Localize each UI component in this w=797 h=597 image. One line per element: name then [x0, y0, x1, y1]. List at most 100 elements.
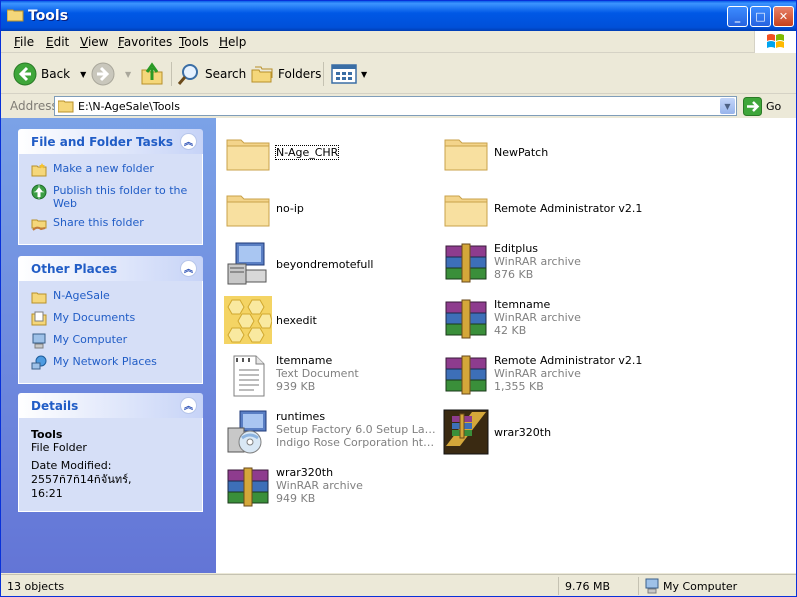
list-item[interactable]: Remote Administrator v2.1 WinRAR archive… — [438, 348, 648, 398]
folder-icon — [226, 139, 270, 171]
forward-button[interactable]: ▼ — [91, 60, 131, 88]
place-my-network-places[interactable]: My Network Places — [31, 355, 202, 371]
maximize-icon: □ — [755, 10, 766, 23]
list-item[interactable]: hexedit — [220, 292, 430, 344]
list-item[interactable]: Editplus WinRAR archive 876 KB — [438, 236, 648, 286]
menu-edit[interactable]: Edit — [46, 35, 69, 49]
address-input[interactable]: E:\N-AgeSale\Tools ▼ — [54, 96, 737, 116]
item-size: 42 KB — [494, 324, 527, 337]
maximize-button[interactable]: □ — [750, 6, 771, 27]
panel-header[interactable]: Other Places ︽ — [18, 256, 203, 281]
forward-arrow-icon — [91, 62, 115, 86]
winrar-archive-icon — [445, 299, 487, 339]
list-item[interactable]: N-Age_CHR — [220, 124, 430, 174]
go-button[interactable]: Go — [743, 97, 781, 116]
folders-label: Folders — [278, 67, 322, 81]
address-path: E:\N-AgeSale\Tools — [78, 99, 180, 113]
item-name: runtimes — [276, 410, 326, 423]
menu-tools[interactable]: Tools — [179, 35, 209, 49]
close-icon: ✕ — [778, 10, 789, 23]
item-type: Text Document — [276, 367, 359, 380]
winrar-archive-icon — [445, 355, 487, 395]
my-documents-icon — [31, 311, 47, 326]
title-bar[interactable]: Tools _ □ ✕ — [1, 1, 796, 31]
collapse-icon[interactable]: ︽ — [180, 133, 197, 150]
task-publish-folder-web[interactable]: Publish this folder to the Web — [31, 184, 202, 210]
menu-file[interactable]: File — [14, 35, 34, 49]
window-title: Tools — [28, 8, 69, 24]
item-name: hexedit — [276, 314, 317, 327]
item-type: Setup Factory 6.0 Setup Laun... — [276, 423, 436, 436]
collapse-icon[interactable]: ︽ — [180, 397, 197, 414]
up-folder-button[interactable] — [141, 60, 163, 88]
text-document-icon — [233, 355, 265, 397]
item-name: NewPatch — [494, 146, 549, 159]
list-item[interactable]: runtimes Setup Factory 6.0 Setup Laun...… — [220, 404, 436, 454]
item-name: Itemname — [494, 298, 551, 311]
status-object-count: 13 objects — [7, 580, 65, 593]
folders-icon — [251, 66, 273, 83]
task-share-folder[interactable]: Share this folder — [31, 216, 202, 232]
search-label: Search — [205, 67, 247, 81]
item-name: wrar320th — [494, 426, 552, 439]
panel-header[interactable]: Details ︽ — [18, 393, 203, 418]
item-type: WinRAR archive — [494, 255, 581, 268]
toolbar: Back ▼ ▼ Search Folders ▼ — [1, 54, 796, 94]
item-type: WinRAR archive — [276, 479, 363, 492]
close-button[interactable]: ✕ — [773, 6, 794, 27]
list-item[interactable]: Itemname Text Document 939 KB — [220, 348, 430, 398]
item-name: no-ip — [276, 202, 304, 215]
menu-favorites[interactable]: Favorites — [118, 35, 172, 49]
list-item[interactable]: no-ip — [220, 180, 430, 230]
hexedit-icon — [224, 296, 272, 344]
views-button[interactable]: ▼ — [331, 60, 367, 88]
list-item[interactable]: wrar320th WinRAR archive 949 KB — [220, 460, 430, 510]
list-item[interactable]: beyondremotefull — [220, 236, 430, 286]
place-n-agesale[interactable]: N-AgeSale — [31, 289, 202, 305]
item-name: Editplus — [494, 242, 539, 255]
menu-view[interactable]: View — [80, 35, 108, 49]
list-item[interactable]: Itemname WinRAR archive 42 KB — [438, 292, 648, 342]
forward-dropdown-icon[interactable]: ▼ — [125, 70, 131, 79]
menu-bar: File Edit View Favorites Tools Help — [1, 31, 796, 53]
list-item[interactable]: NewPatch — [438, 124, 648, 174]
task-label: Make a new folder — [53, 162, 154, 175]
list-item[interactable]: wrar320th — [438, 404, 648, 455]
views-dropdown-icon[interactable]: ▼ — [361, 70, 367, 79]
task-pane: File and Folder Tasks ︽ Make a new folde… — [1, 118, 216, 573]
windows-logo — [754, 31, 796, 53]
toolbar-separator — [323, 62, 324, 86]
status-location: My Computer — [663, 580, 738, 593]
my-computer-icon — [645, 578, 659, 594]
menu-help[interactable]: Help — [219, 35, 246, 49]
item-type: WinRAR archive — [494, 311, 581, 324]
place-my-documents[interactable]: My Documents — [31, 311, 202, 327]
share-folder-icon — [31, 219, 47, 231]
details-date-time: 16:21 — [31, 487, 63, 500]
address-dropdown-button[interactable]: ▼ — [720, 98, 735, 114]
back-label: Back — [41, 67, 71, 81]
status-separator — [558, 577, 559, 595]
task-label: Share this folder — [53, 216, 144, 229]
panel-title: File and Folder Tasks — [31, 135, 174, 149]
search-button[interactable]: Search — [177, 60, 246, 88]
item-size: 1,355 KB — [494, 380, 544, 393]
minimize-button[interactable]: _ — [727, 6, 748, 27]
place-my-computer[interactable]: My Computer — [31, 333, 202, 349]
folders-button[interactable]: Folders — [250, 60, 321, 88]
panel-title: Details — [31, 399, 79, 413]
item-name: Remote Administrator v2.1 — [494, 202, 643, 215]
back-button[interactable]: Back ▼ — [13, 60, 86, 88]
toolbar-separator — [171, 62, 172, 86]
back-dropdown-icon[interactable]: ▼ — [80, 70, 86, 79]
folder-icon — [7, 9, 24, 22]
item-size: 876 KB — [494, 268, 534, 281]
panel-header[interactable]: File and Folder Tasks ︽ — [18, 129, 203, 154]
task-make-new-folder[interactable]: Make a new folder — [31, 162, 202, 178]
collapse-icon[interactable]: ︽ — [180, 260, 197, 277]
go-label: Go — [766, 100, 782, 113]
list-item[interactable]: Remote Administrator v2.1 — [438, 180, 648, 230]
back-arrow-icon — [13, 62, 37, 86]
address-bar: Address E:\N-AgeSale\Tools ▼ Go — [1, 94, 796, 118]
item-name: beyondremotefull — [276, 258, 374, 271]
